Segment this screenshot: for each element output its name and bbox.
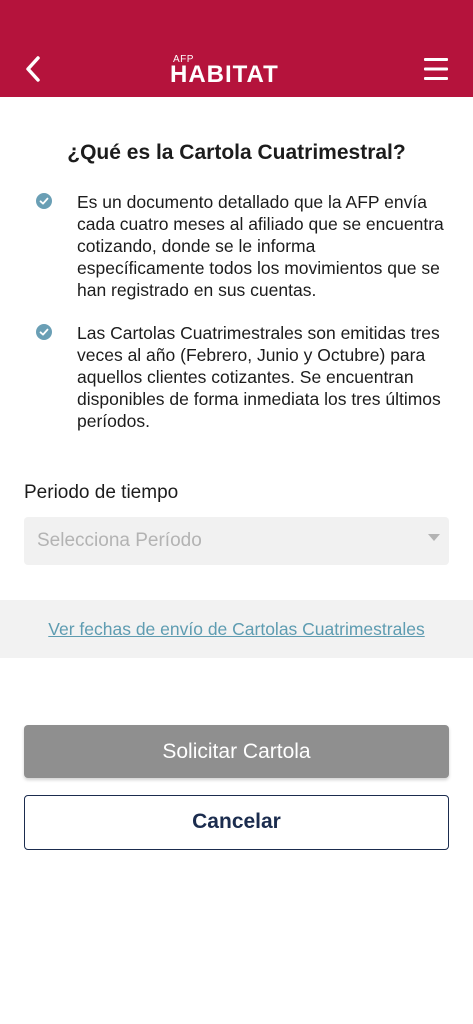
period-select-value: Selecciona Período: [37, 530, 202, 551]
bullet-text: Es un documento detallado que la AFP env…: [77, 192, 444, 300]
check-circle-icon: [36, 324, 52, 340]
chevron-left-icon: [26, 56, 40, 82]
period-label: Periodo de tiempo: [24, 482, 179, 503]
menu-button[interactable]: [421, 54, 451, 84]
period-select[interactable]: Selecciona Período: [24, 517, 449, 565]
back-button[interactable]: [18, 52, 48, 86]
solicitar-cartola-button[interactable]: Solicitar Cartola: [24, 725, 449, 778]
app-header: AFP HABITAT: [0, 0, 473, 97]
cancel-button[interactable]: Cancelar: [24, 795, 449, 850]
ver-fechas-link[interactable]: Ver fechas de envío de Cartolas Cuatrime…: [0, 619, 473, 640]
link-section: Ver fechas de envío de Cartolas Cuatrime…: [0, 600, 473, 658]
logo-name: HABITAT: [170, 61, 279, 88]
hamburger-menu-icon: [424, 58, 448, 80]
info-bullet: Las Cartolas Cuatrimestrales son emitida…: [36, 322, 456, 432]
bullet-text: Las Cartolas Cuatrimestrales son emitida…: [77, 323, 441, 431]
info-bullet: Es un documento detallado que la AFP env…: [36, 191, 456, 301]
caret-down-icon: [428, 534, 440, 541]
habitat-logo: AFP HABITAT: [170, 54, 312, 90]
check-circle-icon: [36, 193, 52, 209]
page-title: ¿Qué es la Cartola Cuatrimestral?: [67, 141, 406, 164]
